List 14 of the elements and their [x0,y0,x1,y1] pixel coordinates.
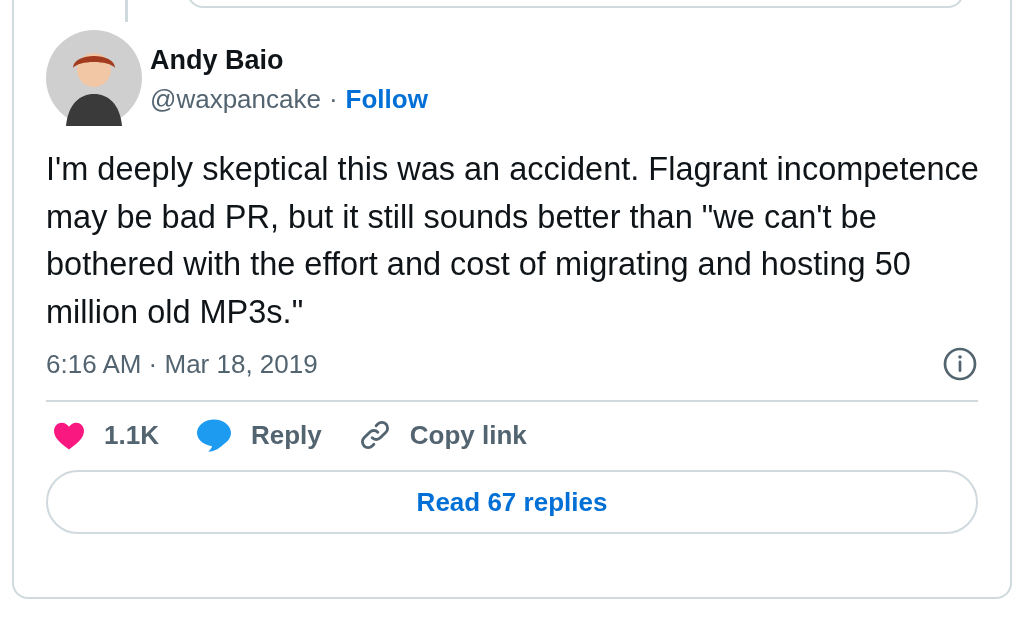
speech-bubble-icon [194,418,233,452]
tweet-timestamp[interactable]: 6:16 AM · Mar 18, 2019 [46,348,318,380]
avatar-icon[interactable] [46,30,142,126]
reply-button[interactable]: Reply [194,418,322,452]
separator-dot: · [328,84,338,115]
tweet-text: I'm deeply skeptical this was an accident. Flagrant incompetence may be bad PR, but it still sounds better than "we can't be bothered with the effort and cost of migrating and hosting 50 million old MP3s." [46,150,980,332]
read-replies-button[interactable]: Read 67 replies [46,470,978,534]
follow-link[interactable]: Follow [345,84,428,115]
like-button[interactable]: 1.1K [52,419,159,451]
author-name: Andy Baio [150,45,285,76]
author-handle: @waxpancake [150,84,321,115]
heart-icon [52,420,86,450]
info-icon[interactable] [942,346,978,382]
copy-link-button[interactable]: Copy link [357,418,527,452]
